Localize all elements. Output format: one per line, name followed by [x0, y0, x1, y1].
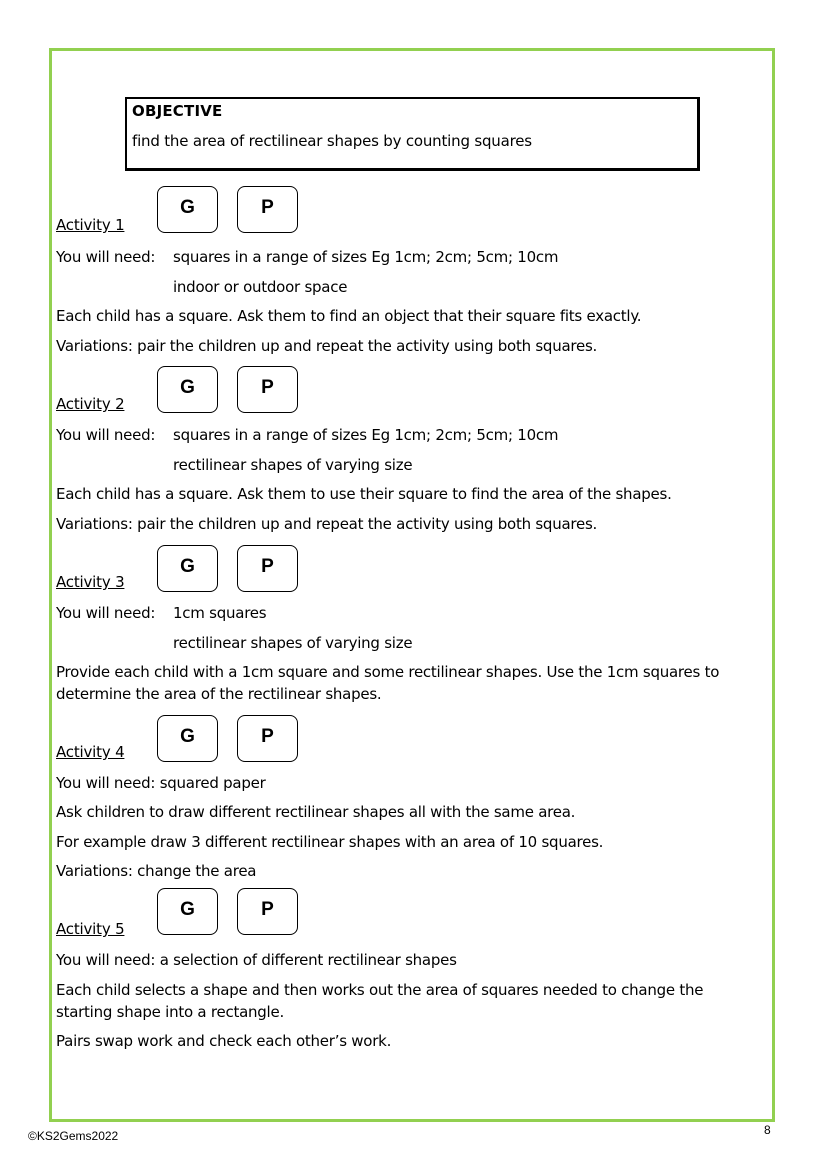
activity-4-heading: Activity 4	[56, 743, 125, 761]
page-number: 8	[764, 1123, 771, 1137]
group-badge: G	[157, 545, 218, 592]
variation-text: Variations: change the area	[56, 862, 257, 880]
variation-text: Variations: pair the children up and rep…	[56, 337, 598, 355]
instruction-text: Each child selects a shape and then work…	[56, 981, 704, 1021]
copyright-text: ©KS2Gems2022	[28, 1129, 119, 1143]
activity-1-need-line: You will need: squares in a range of size…	[56, 246, 559, 268]
need-item: rectilinear shapes of varying size	[173, 634, 413, 652]
activity-5-need-line: You will need: a selection of different …	[56, 951, 457, 969]
activity-2-heading: Activity 2	[56, 395, 125, 413]
group-badge: G	[157, 366, 218, 413]
need-item: squares in a range of sizes Eg 1cm; 2cm;…	[173, 426, 559, 444]
group-badge: G	[157, 715, 218, 762]
group-badge: G	[157, 186, 218, 233]
objective-title: OBJECTIVE	[132, 102, 223, 120]
objective-text: find the area of rectilinear shapes by c…	[132, 132, 532, 150]
need-label: You will need:	[56, 604, 156, 622]
need-item: rectilinear shapes of varying size	[173, 456, 413, 474]
activity-4-need-line: You will need: squared paper	[56, 774, 266, 792]
activity-3-heading: Activity 3	[56, 573, 125, 591]
variation-text: Variations: pair the children up and rep…	[56, 515, 598, 533]
pair-badge: P	[237, 186, 298, 233]
activity-3-need-line: You will need: 1cm squares	[56, 602, 267, 624]
need-item: indoor or outdoor space	[173, 278, 348, 296]
instruction-text: Pairs swap work and check each other’s w…	[56, 1032, 392, 1050]
need-item: 1cm squares	[173, 604, 267, 622]
example-text: For example draw 3 different rectilinear…	[56, 833, 604, 851]
need-label: You will need:	[56, 426, 156, 444]
activity-5-heading: Activity 5	[56, 920, 125, 938]
objective-box: OBJECTIVE find the area of rectilinear s…	[125, 97, 700, 171]
instruction-text: Provide each child with a 1cm square and…	[56, 663, 720, 703]
activity-1-heading: Activity 1	[56, 216, 125, 234]
group-badge: G	[157, 888, 218, 935]
instruction-text: Ask children to draw different rectiline…	[56, 803, 576, 821]
instruction-text: Each child has a square. Ask them to use…	[56, 485, 672, 503]
need-item: squares in a range of sizes Eg 1cm; 2cm;…	[173, 248, 559, 266]
pair-badge: P	[237, 888, 298, 935]
pair-badge: P	[237, 366, 298, 413]
need-label: You will need:	[56, 248, 156, 266]
instruction-text: Each child has a square. Ask them to fin…	[56, 307, 642, 325]
pair-badge: P	[237, 545, 298, 592]
pair-badge: P	[237, 715, 298, 762]
activity-2-need-line: You will need: squares in a range of size…	[56, 424, 559, 446]
